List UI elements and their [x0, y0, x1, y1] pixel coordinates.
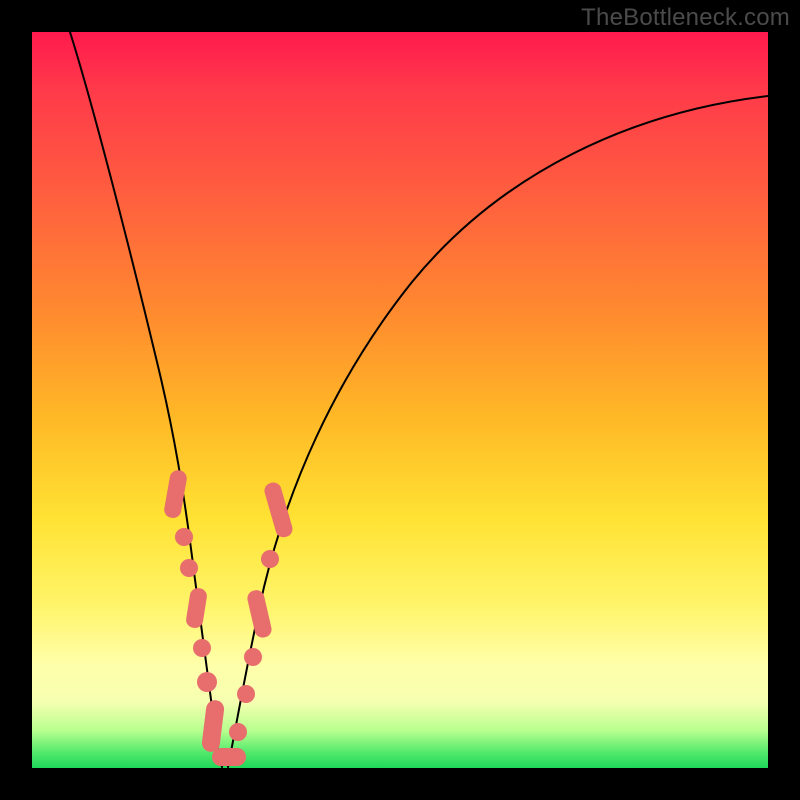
chart-frame: TheBottleneck.com: [0, 0, 800, 800]
marker-dot: [244, 648, 262, 666]
marker-capsule-right-mid: [246, 589, 273, 640]
marker-dot: [237, 685, 255, 703]
plot-area: [32, 32, 768, 768]
watermark-text: TheBottleneck.com: [581, 4, 790, 32]
marker-capsule-left-mid: [185, 587, 208, 629]
marker-dot: [229, 723, 247, 741]
marker-dot: [197, 672, 217, 692]
marker-capsule-left-lower: [201, 699, 225, 753]
marker-capsule-bottom: [212, 748, 246, 766]
marker-capsule-right-upper: [263, 481, 295, 540]
marker-dot: [175, 528, 193, 546]
marker-capsule-left-upper: [163, 469, 188, 519]
marker-dot: [261, 550, 279, 568]
marker-dot: [193, 639, 211, 657]
curve-right-branch: [228, 96, 768, 767]
marker-dot: [180, 559, 198, 577]
curve-layer: [32, 32, 768, 768]
curve-left-branch: [70, 32, 222, 767]
